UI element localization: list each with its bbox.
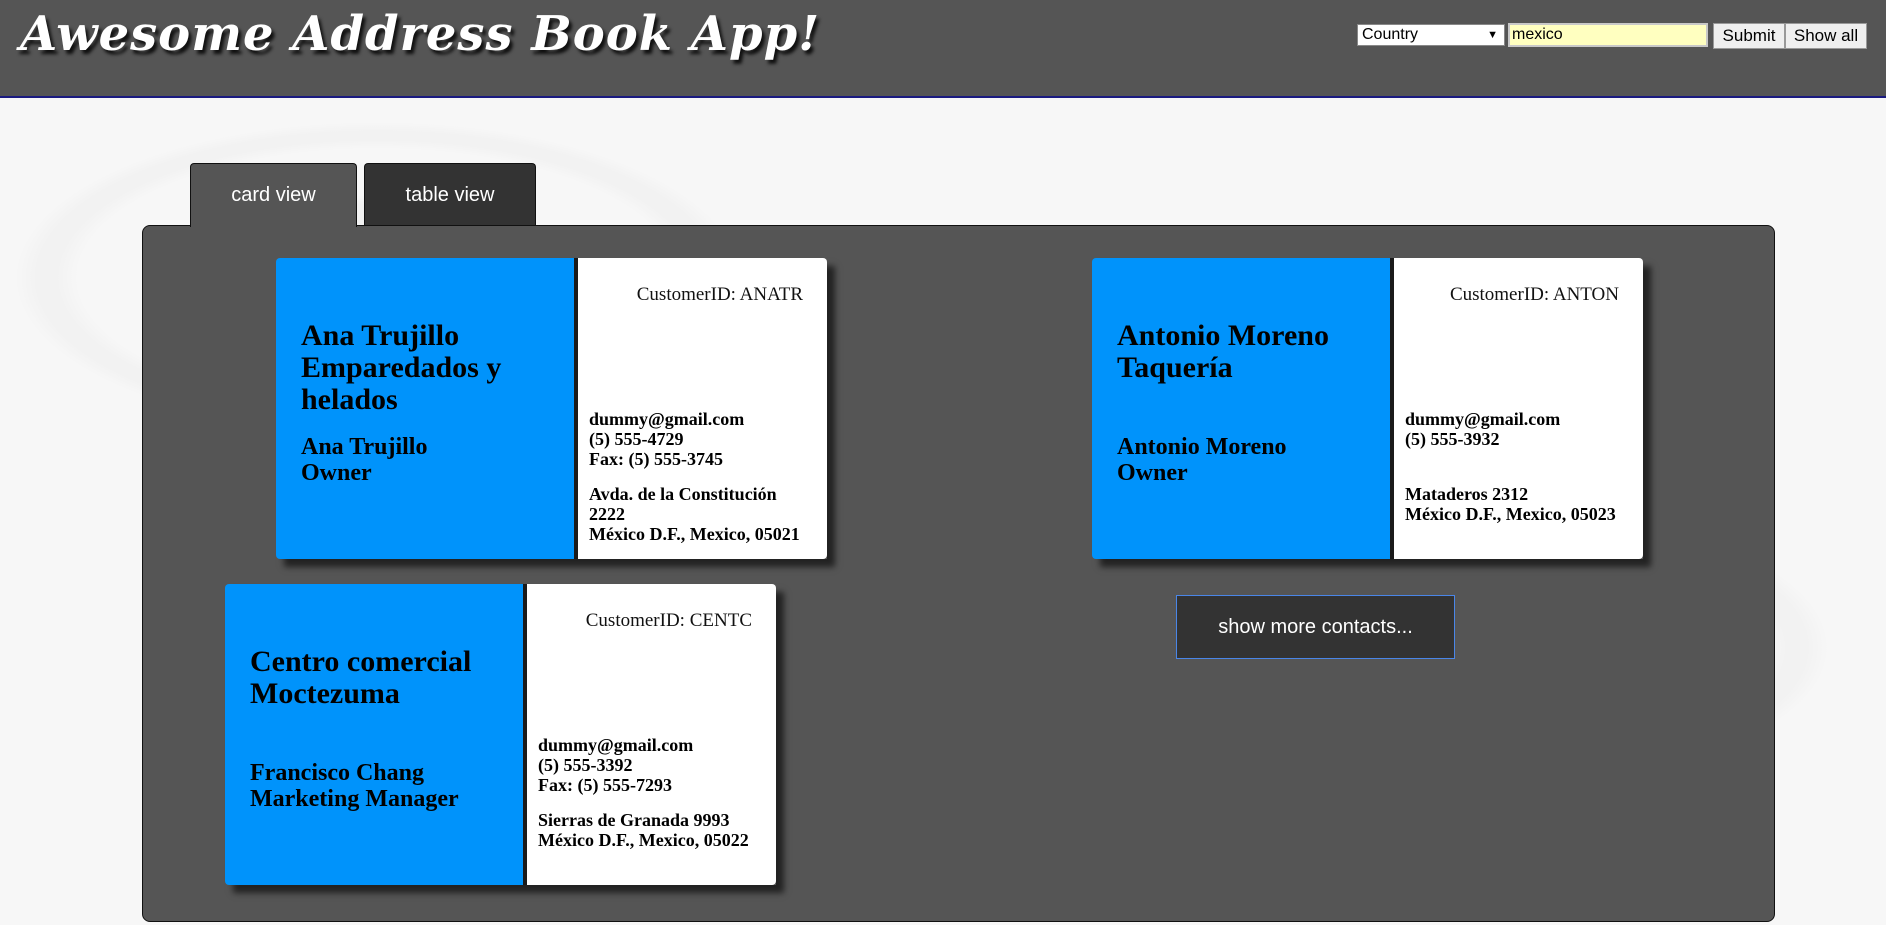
card-name-section: Centro comercial Moctezuma Francisco Cha…	[225, 584, 523, 885]
contact-email: dummy@gmail.com	[589, 409, 745, 429]
search-field-select-value: Country	[1362, 26, 1419, 43]
tab-table-view[interactable]: table view	[364, 163, 536, 225]
contact-address: Mataderos 2312	[1405, 484, 1529, 504]
submit-button[interactable]: Submit	[1713, 23, 1785, 49]
contact-phone: (5) 555-4729	[589, 429, 684, 449]
customer-id: CustomerID: CENTC	[585, 610, 752, 631]
card-info-section: CustomerID: ANATR dummy@gmail.com (5) 55…	[578, 258, 827, 559]
contact-email: dummy@gmail.com	[1405, 409, 1561, 429]
company-name: Antonio Moreno Taquería	[1117, 319, 1329, 384]
contact-name: Ana Trujillo	[301, 434, 428, 460]
contact-city: México D.F., Mexico, 05023	[1405, 504, 1616, 524]
contact-card: Ana Trujillo Emparedados y helados Ana T…	[276, 258, 827, 559]
card-name-section: Ana Trujillo Emparedados y helados Ana T…	[276, 258, 574, 559]
contact-phone: (5) 555-3392	[538, 755, 633, 775]
show-more-contacts-button[interactable]: show more contacts...	[1176, 595, 1455, 659]
contact-name: Francisco Chang	[250, 760, 424, 786]
card-info-section: CustomerID: CENTC dummy@gmail.com (5) 55…	[527, 584, 776, 885]
customer-id: CustomerID: ANTON	[1449, 284, 1619, 305]
contact-address: Sierras de Granada 9993	[538, 810, 730, 830]
contact-title: Owner	[1117, 460, 1188, 486]
card-name-section: Antonio Moreno Taquería Antonio Moreno O…	[1092, 258, 1390, 559]
contact-address: Avda. de la Constitución 2222	[589, 484, 777, 524]
contact-fax: Fax: (5) 555-3745	[589, 449, 723, 469]
company-name: Ana Trujillo Emparedados y helados	[301, 319, 502, 416]
contact-city: México D.F., Mexico, 05021	[589, 524, 800, 544]
contact-name: Antonio Moreno	[1117, 434, 1287, 460]
app-header: Awesome Address Book App! Country ▼ Subm…	[0, 0, 1886, 98]
company-name: Centro comercial Moctezuma	[250, 645, 472, 710]
card-info-section: CustomerID: ANTON dummy@gmail.com (5) 55…	[1394, 258, 1643, 559]
tab-card-view[interactable]: card view	[190, 163, 357, 227]
contact-card: Antonio Moreno Taquería Antonio Moreno O…	[1092, 258, 1643, 559]
search-input[interactable]	[1508, 23, 1708, 47]
card-view-panel: Ana Trujillo Emparedados y helados Ana T…	[142, 225, 1775, 922]
show-all-button[interactable]: Show all	[1785, 23, 1867, 49]
app-title: Awesome Address Book App!	[20, 6, 821, 62]
contact-city: México D.F., Mexico, 05022	[538, 830, 749, 850]
search-field-select[interactable]: Country ▼	[1357, 24, 1505, 46]
customer-id: CustomerID: ANATR	[636, 284, 803, 305]
contact-title: Marketing Manager	[250, 786, 459, 812]
contact-card: Centro comercial Moctezuma Francisco Cha…	[225, 584, 776, 885]
contact-fax: Fax: (5) 555-7293	[538, 775, 672, 795]
contact-title: Owner	[301, 460, 372, 486]
contact-phone: (5) 555-3932	[1405, 429, 1500, 449]
contact-email: dummy@gmail.com	[538, 735, 694, 755]
chevron-down-icon: ▼	[1487, 29, 1498, 41]
